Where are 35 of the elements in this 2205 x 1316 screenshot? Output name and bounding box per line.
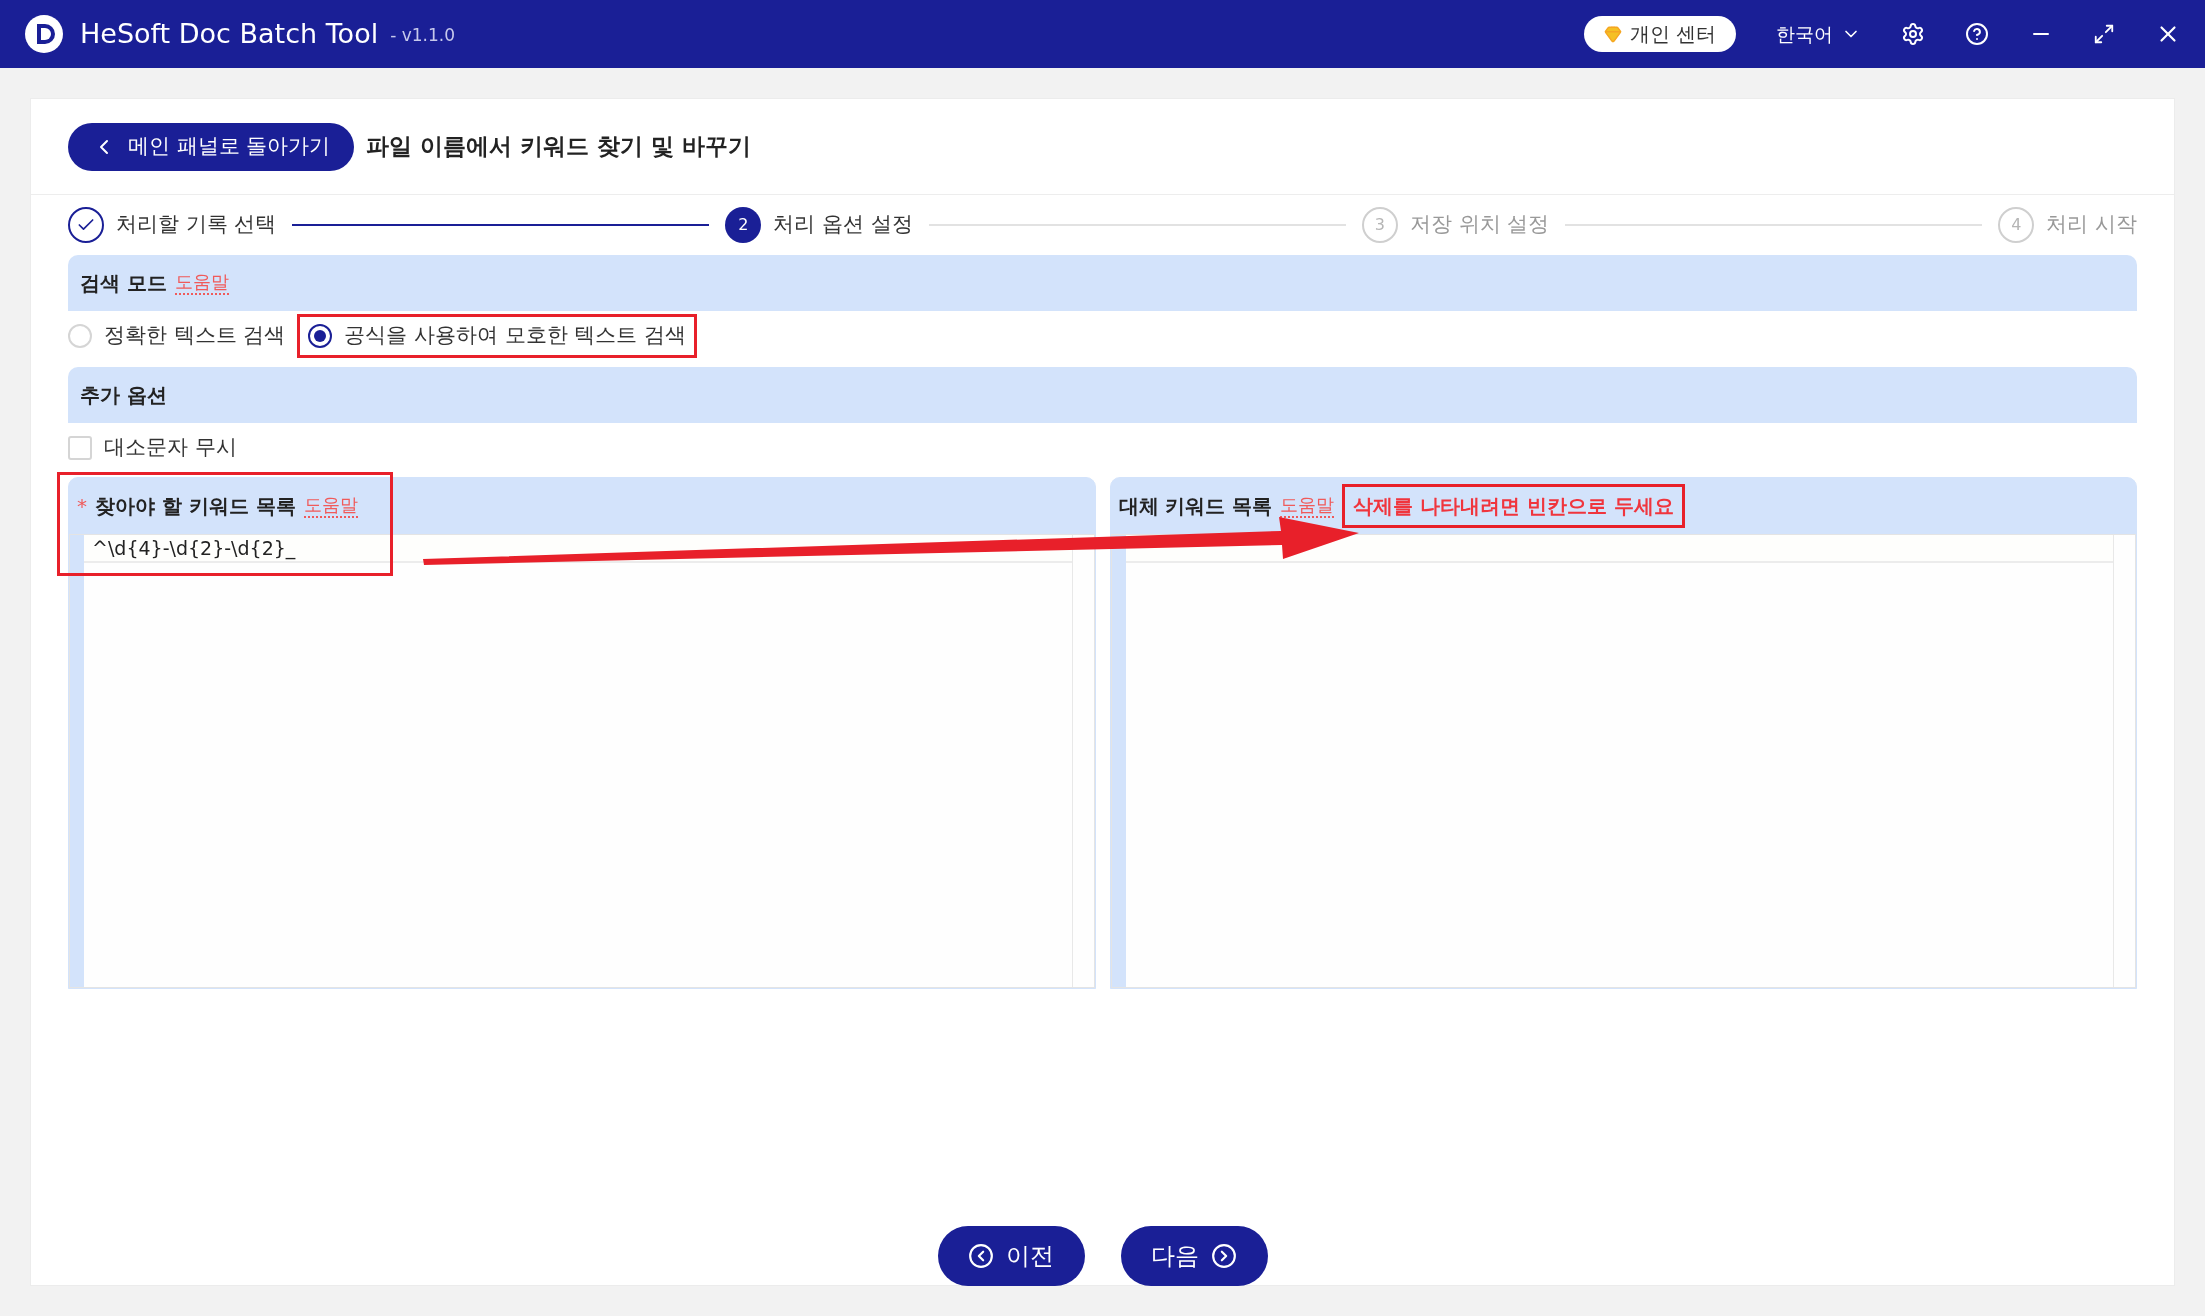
help-icon[interactable] — [1965, 22, 1989, 46]
gem-icon — [1603, 25, 1622, 43]
step-number: 3 — [1374, 214, 1385, 236]
step-label: 처리 옵션 설정 — [773, 211, 913, 239]
chevron-right-icon — [1211, 1243, 1237, 1269]
back-button[interactable]: 메인 패널로 돌아가기 — [68, 122, 355, 171]
section-title: 검색 모드 — [80, 270, 167, 297]
hint-text: 삭제를 나타내려면 빈칸으로 두세요 — [1342, 484, 1686, 528]
language-dropdown[interactable]: 한국어 — [1776, 19, 1861, 49]
keyword-textarea[interactable]: ^\d{4}-\d{2}-\d{2}_ — [69, 534, 1095, 988]
radio-option[interactable]: 공식을 사용하여 모호한 텍스트 검색 — [308, 320, 687, 352]
radio-option[interactable]: 정확한 텍스트 검색 — [68, 320, 286, 352]
previous-button[interactable]: 이전 — [937, 1226, 1085, 1286]
page-title: 파일 이름에서 키워드 찾기 및 바꾸기 — [366, 132, 752, 162]
profile-button[interactable]: 개인 센터 — [1583, 16, 1736, 52]
section-title: 추가 옵션 — [80, 382, 167, 409]
settings-icon[interactable] — [1901, 22, 1925, 46]
step-number: 2 — [738, 214, 749, 236]
step-label: 처리할 기록 선택 — [116, 211, 277, 239]
required-mark: * — [77, 493, 87, 520]
checkbox-option[interactable]: 대소문자 무시 — [68, 423, 2137, 473]
step-label: 저장 위치 설정 — [1409, 211, 1550, 239]
radio-button[interactable] — [308, 324, 333, 348]
panel-title: 대체 키워드 목록 — [1118, 493, 1273, 520]
maximize-icon[interactable] — [2093, 23, 2115, 45]
checkbox[interactable] — [68, 436, 92, 460]
window-title: HeSoft Doc Batch Tool — [80, 16, 379, 51]
chevron-left-icon — [968, 1243, 994, 1269]
app-logo-icon — [24, 14, 64, 54]
panel-title: 찾아야 할 키워드 목록 — [95, 493, 296, 520]
keyword-value: ^\d{4}-\d{2}-\d{2}_ — [92, 535, 296, 562]
next-button[interactable]: 다음 — [1120, 1226, 1268, 1286]
version-label: - v1.1.0 — [390, 24, 455, 48]
step-number: 4 — [2011, 214, 2022, 236]
step-label: 처리 시작 — [2046, 211, 2137, 239]
